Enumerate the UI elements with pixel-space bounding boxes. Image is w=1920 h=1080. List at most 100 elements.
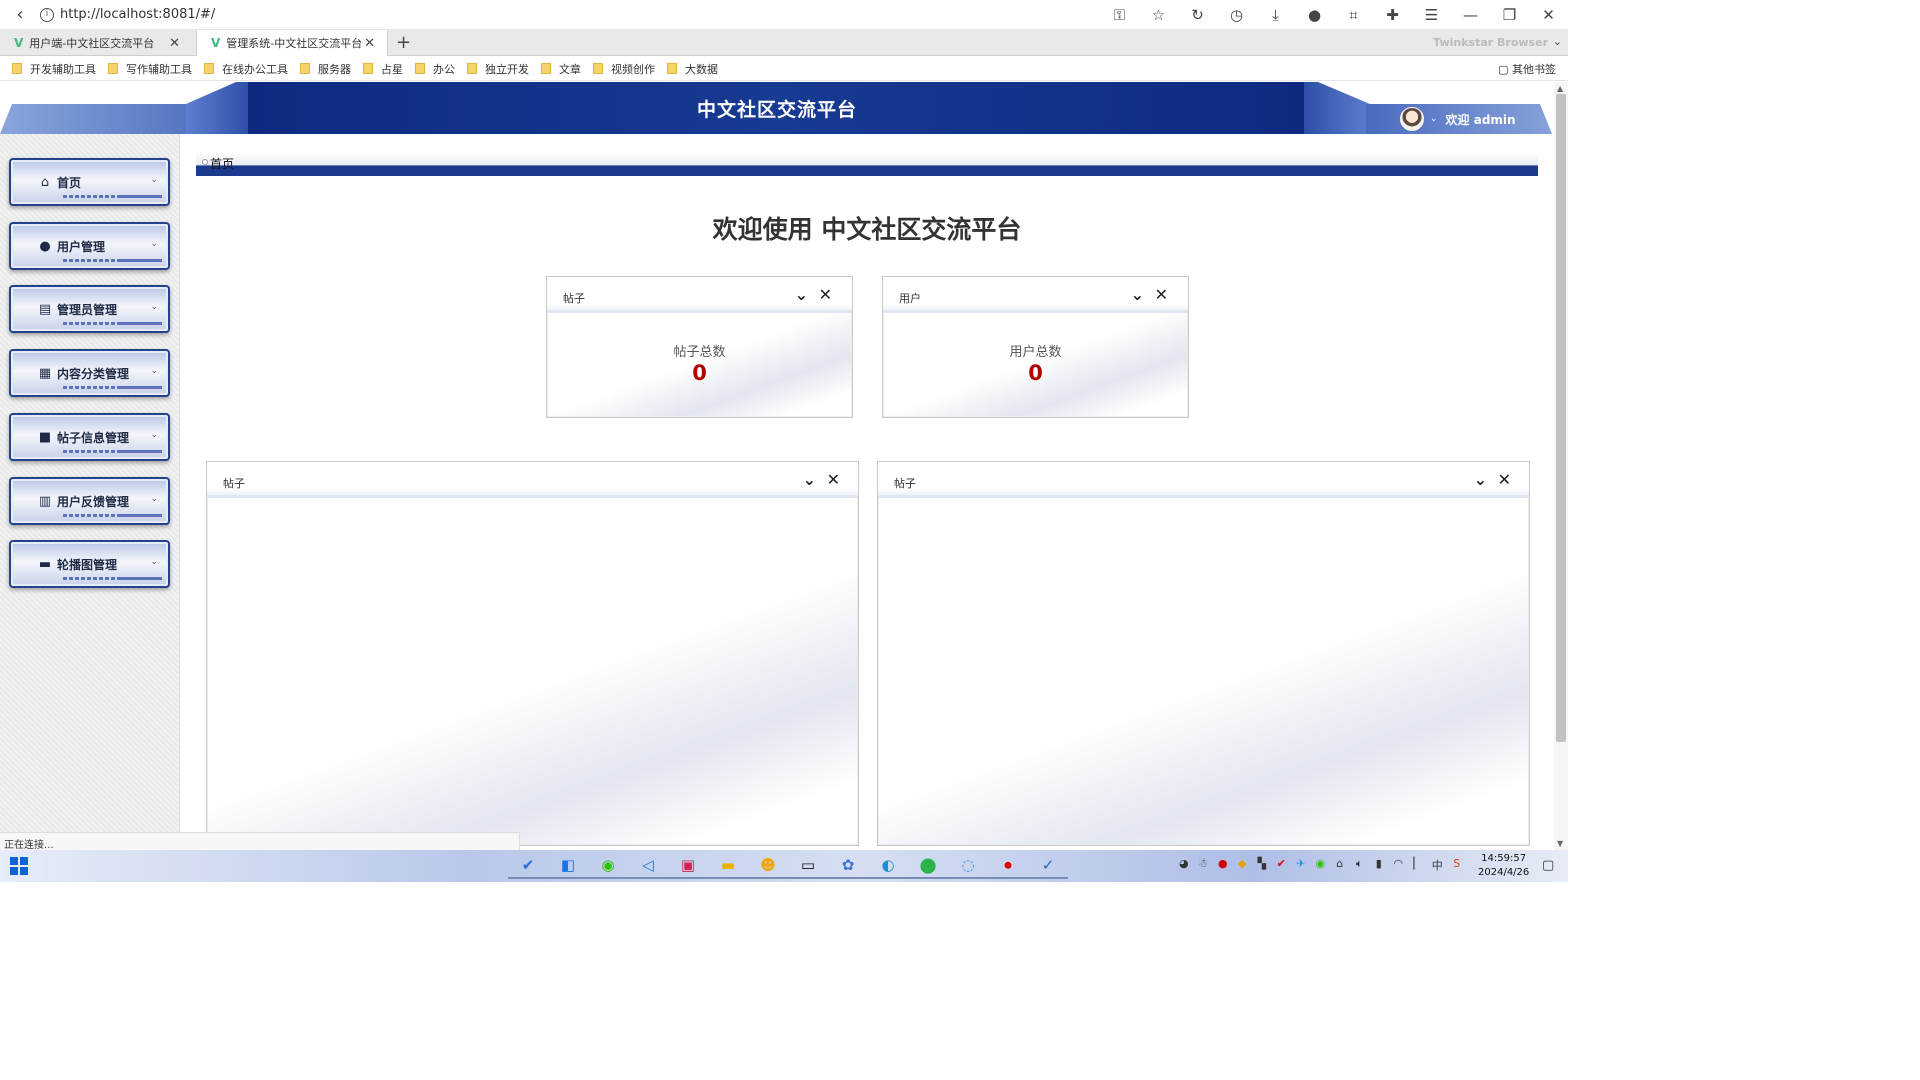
tray-app-icon[interactable]: ◕	[1174, 857, 1194, 873]
key-icon[interactable]: ⚿	[1100, 6, 1139, 24]
sidebar-item-label: 轮播图管理	[57, 557, 118, 572]
bookmark-folder[interactable]: 占星	[363, 61, 403, 77]
collapse-icon[interactable]: ⌄	[803, 470, 816, 489]
collapse-icon[interactable]: ⌄	[795, 285, 808, 304]
scroll-thumb[interactable]	[1556, 94, 1566, 742]
folder-icon	[593, 63, 603, 74]
todo-app-icon[interactable]: ✔	[508, 853, 548, 879]
close-icon[interactable]: ✕	[1498, 470, 1511, 489]
browser-tools: ⚿ ☆ ↻ ◷ ⤓ ● ⌗ ✚ ☰ — ❐ ✕	[1100, 0, 1568, 30]
bookmark-folder[interactable]: 在线办公工具	[204, 61, 288, 77]
info-icon[interactable]: i	[40, 7, 54, 22]
scroll-up-icon[interactable]: ▲	[1557, 84, 1563, 93]
close-icon[interactable]: ✕	[827, 470, 840, 489]
network-icon[interactable]: ⌂	[1330, 857, 1350, 873]
address-url[interactable]: http://localhost:8081/#/	[60, 7, 215, 22]
download-icon[interactable]: ⤓	[1256, 6, 1295, 24]
file-explorer-icon[interactable]: ▬	[708, 853, 748, 879]
page-scrollbar[interactable]: ▲ ▼	[1554, 82, 1568, 850]
bookmark-folder[interactable]: 开发辅助工具	[12, 61, 96, 77]
tray-app-icon[interactable]: ◆	[1233, 857, 1253, 873]
profile-icon[interactable]: ●	[1295, 6, 1334, 24]
page-title: 欢迎使用 中文社区交流平台	[712, 215, 1022, 244]
back-arrow-icon[interactable]: ‹	[0, 4, 40, 25]
address-bar[interactable]: i http://localhost:8081/#/	[40, 0, 215, 30]
new-tab-icon[interactable]: +	[396, 32, 411, 53]
mic-icon[interactable]: ▏	[1408, 857, 1428, 873]
volume-icon[interactable]: 🔈︎	[1350, 857, 1370, 873]
clock-date: 2024/4/26	[1478, 867, 1530, 878]
user-greeting[interactable]: 欢迎 admin	[1446, 111, 1516, 128]
sidebar-item-posts[interactable]: ■ 帖子信息管理 ⌄	[9, 413, 170, 461]
card-header: 帖子 ⌄ ✕	[207, 462, 858, 498]
browser-tab[interactable]: V 用户端-中文社区交流平台 ✕	[0, 30, 192, 56]
bookmark-folder[interactable]: 文章	[541, 61, 581, 77]
browser-tab-active[interactable]: V 管理系统-中文社区交流平台 ✕	[196, 30, 388, 56]
avatar[interactable]	[1400, 107, 1424, 131]
scroll-down-icon[interactable]: ▼	[1557, 839, 1563, 848]
qq-icon[interactable]: ☃	[1194, 857, 1214, 873]
star-icon[interactable]: ☆	[1139, 6, 1178, 24]
bookmark-folder[interactable]: 写作辅助工具	[108, 61, 192, 77]
reload-icon[interactable]: ↻	[1178, 6, 1217, 24]
edge-icon[interactable]: ◐	[868, 853, 908, 879]
vscode-icon[interactable]: ◁	[628, 853, 668, 879]
menu-icon[interactable]: ☰	[1412, 6, 1451, 24]
sidebar-item-admins[interactable]: ▤ 管理员管理 ⌄	[9, 285, 170, 333]
bookmark-folder[interactable]: 独立开发	[467, 61, 529, 77]
sidebar-item-feedback[interactable]: ▥ 用户反馈管理 ⌄	[9, 477, 170, 525]
terminal-icon[interactable]: ▭	[788, 853, 828, 879]
windows-start-icon[interactable]	[10, 857, 28, 875]
close-tab-icon[interactable]: ✕	[169, 36, 180, 51]
vue-app-icon[interactable]: ✓	[1028, 853, 1068, 879]
restore-icon[interactable]: ❐	[1490, 6, 1529, 24]
system-tray: ◕ ☃ ● ◆ ▚ ✔ ✈ ◉ ⌂ 🔈︎ ▮ ◠ ▏ 中 S	[1174, 857, 1467, 873]
tray-app-icon[interactable]: ◉	[1311, 857, 1331, 873]
table-icon: ▤	[38, 301, 52, 317]
jetbrains-icon[interactable]: ▣	[668, 853, 708, 879]
chevron-down-icon[interactable]: ⌄	[1430, 114, 1438, 124]
collapse-icon[interactable]: ⌄	[1474, 470, 1487, 489]
minimize-icon[interactable]: —	[1451, 6, 1490, 24]
close-icon[interactable]: ✕	[819, 285, 832, 304]
sidebar-item-users[interactable]: ● 用户管理 ⌄	[9, 222, 170, 270]
chat-app-icon[interactable]: ◌	[948, 853, 988, 879]
notification-icon[interactable]: ▢	[1542, 858, 1554, 873]
chart-card-posts-left: 帖子 ⌄ ✕	[206, 461, 859, 846]
bookmark-folder[interactable]: 视频创作	[593, 61, 655, 77]
sidebar-item-carousel[interactable]: ▬ 轮播图管理 ⌄	[9, 540, 170, 588]
antivirus-icon[interactable]: ✔	[1272, 857, 1292, 873]
wifi-icon[interactable]: ◠	[1389, 857, 1409, 873]
editor-app-icon[interactable]: ◧	[548, 853, 588, 879]
map-app-icon[interactable]: ⬤	[908, 853, 948, 879]
sidebar-item-home[interactable]: ⌂ 首页 ⌄	[9, 158, 170, 206]
chevron-down-icon[interactable]: ⌄	[1553, 35, 1562, 48]
bookmark-folder[interactable]: 大数据	[667, 61, 718, 77]
collapse-icon[interactable]: ⌄	[1131, 285, 1144, 304]
close-tab-icon[interactable]: ✕	[364, 36, 375, 51]
input-method-icon[interactable]: 中	[1428, 857, 1448, 873]
history-icon[interactable]: ◷	[1217, 6, 1256, 24]
breadcrumb-item[interactable]: 首页	[210, 155, 234, 172]
network-app-icon[interactable]: ✿	[828, 853, 868, 879]
tray-app-icon[interactable]: ▚	[1252, 857, 1272, 873]
bookmark-folder[interactable]: 办公	[415, 61, 455, 77]
tray-app-icon[interactable]: S	[1447, 857, 1467, 873]
other-bookmarks[interactable]: ▢ 其他书签	[1498, 61, 1556, 77]
close-window-icon[interactable]: ✕	[1529, 6, 1568, 24]
browser-toolbar: ‹ i http://localhost:8081/#/ ⚿ ☆ ↻ ◷ ⤓ ●…	[0, 0, 1568, 30]
record-tray-icon[interactable]: ●	[1213, 857, 1233, 873]
recorder-icon[interactable]: ⏺	[988, 853, 1028, 879]
extensions-icon[interactable]: ✚	[1373, 6, 1412, 24]
battery-icon[interactable]: ▮	[1369, 857, 1389, 873]
user-menu[interactable]: ⌄ 欢迎 admin	[1366, 104, 1552, 134]
close-icon[interactable]: ✕	[1155, 285, 1168, 304]
browser-app-icon[interactable]: ☻	[748, 853, 788, 879]
bookmark-folder[interactable]: 服务器	[300, 61, 351, 77]
wechat-icon[interactable]: ◉	[588, 853, 628, 879]
crop-icon[interactable]: ⌗	[1334, 6, 1373, 24]
tab-strip: V 用户端-中文社区交流平台 ✕ V 管理系统-中文社区交流平台 ✕ + Twi…	[0, 30, 1568, 56]
tray-app-icon[interactable]: ✈	[1291, 857, 1311, 873]
sidebar-item-categories[interactable]: ▦ 内容分类管理 ⌄	[9, 349, 170, 397]
taskbar-clock[interactable]: 14:59:57 2024/4/26	[1478, 852, 1529, 880]
